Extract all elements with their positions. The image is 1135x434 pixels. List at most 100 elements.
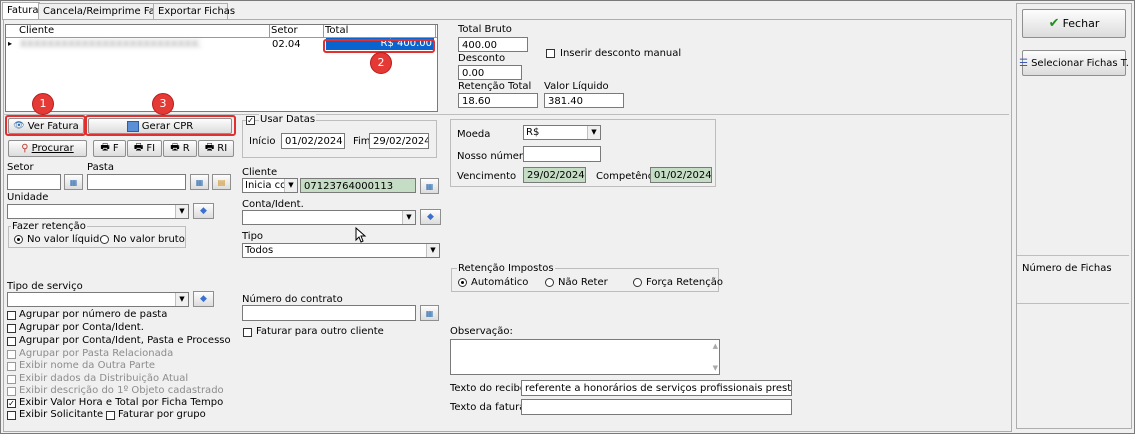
desconto-manual-label: Inserir desconto manual xyxy=(560,48,682,59)
observacao-textarea[interactable]: ▲ ▼ xyxy=(450,339,720,375)
check-agrupar-conta[interactable] xyxy=(7,324,16,333)
nosso-numero-field[interactable] xyxy=(523,146,601,162)
print-f-label: F xyxy=(112,143,119,154)
unidade-select[interactable]: ▼ xyxy=(7,204,189,219)
highlight-ver-fatura xyxy=(5,115,86,136)
setor-label: Setor xyxy=(7,162,34,173)
desconto-label: Desconto xyxy=(458,53,506,64)
check-faturar-grupo-label: Faturar por grupo xyxy=(118,409,206,420)
tab-fatura[interactable]: Fatura xyxy=(2,2,40,20)
inicio-date-field[interactable]: 01/02/2024 xyxy=(281,133,345,149)
column-header-total[interactable]: Total xyxy=(324,25,436,37)
numero-contrato-field[interactable] xyxy=(242,305,416,321)
numero-contrato-label: Número do contrato xyxy=(242,294,343,305)
check-faturar-grupo[interactable] xyxy=(106,411,115,420)
cliente-field[interactable]: 07123764000113 xyxy=(300,178,416,193)
conta-ident-select[interactable]: ▼ xyxy=(242,210,416,225)
print-r-label: R xyxy=(182,143,190,154)
radio-forca-retencao-label: Força Retenção xyxy=(646,277,724,288)
check-agrupar-pasta-relacionada xyxy=(7,350,16,359)
pasta-lookup-button[interactable]: ▦ xyxy=(190,174,209,190)
tipo-servico-label: Tipo de serviço xyxy=(7,281,83,292)
cliente-label: Cliente xyxy=(242,167,278,178)
check-exibir-distribuicao xyxy=(7,375,16,384)
print-ri-button[interactable]: 🖶 RI xyxy=(198,140,234,157)
faturar-outro-cliente-label: Faturar para outro cliente xyxy=(256,326,384,337)
eraser-icon: ◆ xyxy=(427,212,434,222)
tipo-select[interactable]: Todos ▼ xyxy=(242,243,440,258)
unidade-label: Unidade xyxy=(7,192,49,203)
texto-fatura-field[interactable] xyxy=(521,399,792,415)
print-f-button[interactable]: 🖶 F xyxy=(93,140,126,157)
mouse-cursor-icon xyxy=(355,227,367,243)
unidade-clear-button[interactable]: ◆ xyxy=(193,203,214,219)
selecionar-fichas-button[interactable]: ☰ Selecionar Fichas T. xyxy=(1019,50,1129,76)
step-badge-2: 2 xyxy=(370,52,392,74)
cell-setor: 02.04 xyxy=(272,39,301,50)
procurar-button[interactable]: ⚲ Procurar xyxy=(8,140,87,157)
setor-field[interactable] xyxy=(7,174,61,190)
fechar-button[interactable]: ✔ Fechar xyxy=(1022,9,1126,38)
radio-nao-reter-label: Não Reter xyxy=(558,277,608,288)
column-header-cliente[interactable]: Cliente xyxy=(18,25,270,37)
radio-valor-liquido[interactable] xyxy=(14,235,23,244)
check-agrupar-conta-pasta-processo[interactable] xyxy=(7,337,16,346)
printer-icon: 🖶 xyxy=(100,142,110,153)
tab-cancela-reimprime[interactable]: Cancela/Reimprime Fatura xyxy=(38,3,175,19)
radio-automatico[interactable] xyxy=(458,278,467,287)
checkmark-icon: ✔ xyxy=(1048,16,1060,31)
desconto-field[interactable]: 0.00 xyxy=(458,65,522,80)
scroll-down-icon[interactable]: ▼ xyxy=(713,364,718,372)
print-r-button[interactable]: 🖶 R xyxy=(163,140,197,157)
check-agrupar-pasta-label: Agrupar por número de pasta xyxy=(19,309,168,320)
desconto-manual-checkbox[interactable] xyxy=(546,49,555,58)
folder-icon: ▤ xyxy=(217,177,226,187)
radio-valor-liquido-label: No valor líquido xyxy=(27,234,106,245)
check-exibir-objeto-label: Exibir descrição do 1º Objeto cadastrado xyxy=(19,385,224,396)
check-exibir-solicitante[interactable] xyxy=(7,411,16,420)
fechar-label: Fechar xyxy=(1062,17,1100,30)
check-exibir-outra-parte-label: Exibir nome da Outra Parte xyxy=(19,360,156,371)
pasta-field[interactable] xyxy=(87,174,186,190)
check-agrupar-pasta[interactable] xyxy=(7,311,16,320)
print-fi-button[interactable]: 🖶 FI xyxy=(127,140,162,157)
valor-liquido-field[interactable]: 381.40 xyxy=(544,93,624,108)
eraser-icon: ◆ xyxy=(200,294,207,304)
lookup-icon: ▦ xyxy=(425,308,434,318)
scroll-up-icon[interactable]: ▲ xyxy=(713,342,718,350)
competencia-field[interactable]: 01/02/2024 xyxy=(650,167,712,183)
cliente-mode-select[interactable]: Inicia com ▼ xyxy=(242,178,298,193)
step-badge-1: 1 xyxy=(32,93,54,115)
radio-forca-retencao[interactable] xyxy=(633,278,642,287)
retencao-total-label: Retenção Total xyxy=(458,81,532,92)
column-header-setor[interactable]: Setor xyxy=(270,25,324,37)
list-icon: ☰ xyxy=(1019,57,1029,69)
conta-ident-label: Conta/Ident. xyxy=(242,199,304,210)
radio-valor-bruto[interactable] xyxy=(100,235,109,244)
moeda-label: Moeda xyxy=(457,129,491,140)
faturar-outro-cliente-checkbox[interactable] xyxy=(243,328,252,337)
tipo-servico-clear-button[interactable]: ◆ xyxy=(193,291,214,307)
conta-ident-clear-button[interactable]: ◆ xyxy=(420,209,441,225)
retencao-total-field[interactable]: 18.60 xyxy=(458,93,538,108)
check-exibir-valor-hora[interactable]: ✓ xyxy=(7,399,16,408)
pasta-folder-button[interactable]: ▤ xyxy=(212,174,231,190)
radio-nao-reter[interactable] xyxy=(545,278,554,287)
cliente-lookup-button[interactable]: ▦ xyxy=(420,178,439,194)
contrato-lookup-button[interactable]: ▦ xyxy=(420,305,439,321)
fim-label: Fim xyxy=(353,136,371,147)
highlight-gerar-cpr xyxy=(85,115,236,136)
tipo-servico-select[interactable]: ▼ xyxy=(7,292,189,307)
moeda-select[interactable]: R$ ▼ xyxy=(523,125,601,140)
fim-date-field[interactable]: 29/02/2024 xyxy=(369,133,429,149)
usar-datas-checkbox[interactable]: ✓ xyxy=(246,116,255,125)
vencimento-field[interactable]: 29/02/2024 xyxy=(523,167,586,183)
printer-icon: 🖶 xyxy=(204,142,215,153)
check-agrupar-pasta-relacionada-label: Agrupar por Pasta Relacionada xyxy=(19,348,174,359)
texto-fatura-label: Texto da fatura: xyxy=(450,402,529,413)
selecionar-fichas-label: Selecionar Fichas T. xyxy=(1031,57,1129,69)
tab-exportar-fichas[interactable]: Exportar Fichas xyxy=(153,3,235,19)
total-bruto-field[interactable]: 400.00 xyxy=(458,37,528,52)
setor-lookup-button[interactable]: ▦ xyxy=(64,174,83,190)
texto-recibo-field[interactable]: referente a honorários de serviços profi… xyxy=(521,380,792,396)
